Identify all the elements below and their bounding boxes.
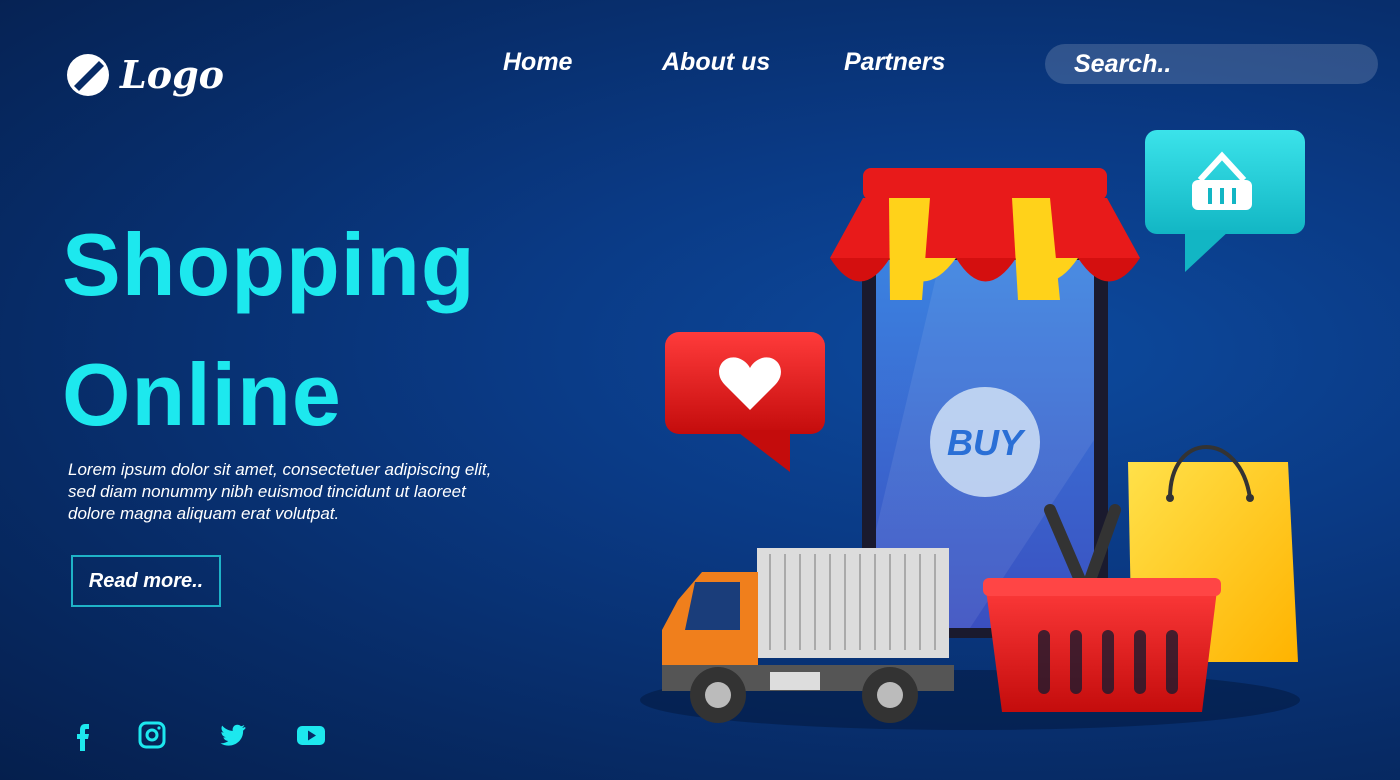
logo-text: Logo	[120, 52, 224, 97]
hero-title: Shopping Online	[62, 200, 476, 460]
hero-title-line-1: Shopping	[62, 215, 476, 314]
search-input[interactable]	[1072, 48, 1356, 80]
hero-title-line-2: Online	[62, 345, 342, 444]
logo[interactable]: Logo	[66, 52, 224, 97]
nav-about-link[interactable]: About us	[662, 48, 770, 77]
hero-description-line-2: sed diam nonummy nibh euismod tincidunt …	[68, 482, 466, 501]
shopping-illustration: BUY	[640, 130, 1305, 730]
hero-description: Lorem ipsum dolor sit amet, consectetuer…	[68, 459, 548, 525]
facebook-icon[interactable]	[66, 718, 100, 752]
heart-icon	[665, 332, 825, 472]
search-box	[1045, 44, 1378, 84]
buy-label: BUY	[947, 422, 1026, 463]
youtube-icon[interactable]	[294, 718, 328, 752]
nav-partners-link[interactable]: Partners	[844, 48, 945, 77]
hero-description-line-1: Lorem ipsum dolor sit amet, consectetuer…	[68, 460, 492, 479]
basket-icon	[1145, 130, 1305, 272]
hero-description-line-3: dolore magna aliquam erat volutpat.	[68, 504, 340, 523]
instagram-icon[interactable]	[135, 718, 169, 752]
read-more-button[interactable]: Read more..	[71, 555, 221, 607]
nav-home-link[interactable]: Home	[503, 48, 572, 77]
logo-icon	[67, 53, 109, 96]
twitter-icon[interactable]	[215, 718, 249, 752]
